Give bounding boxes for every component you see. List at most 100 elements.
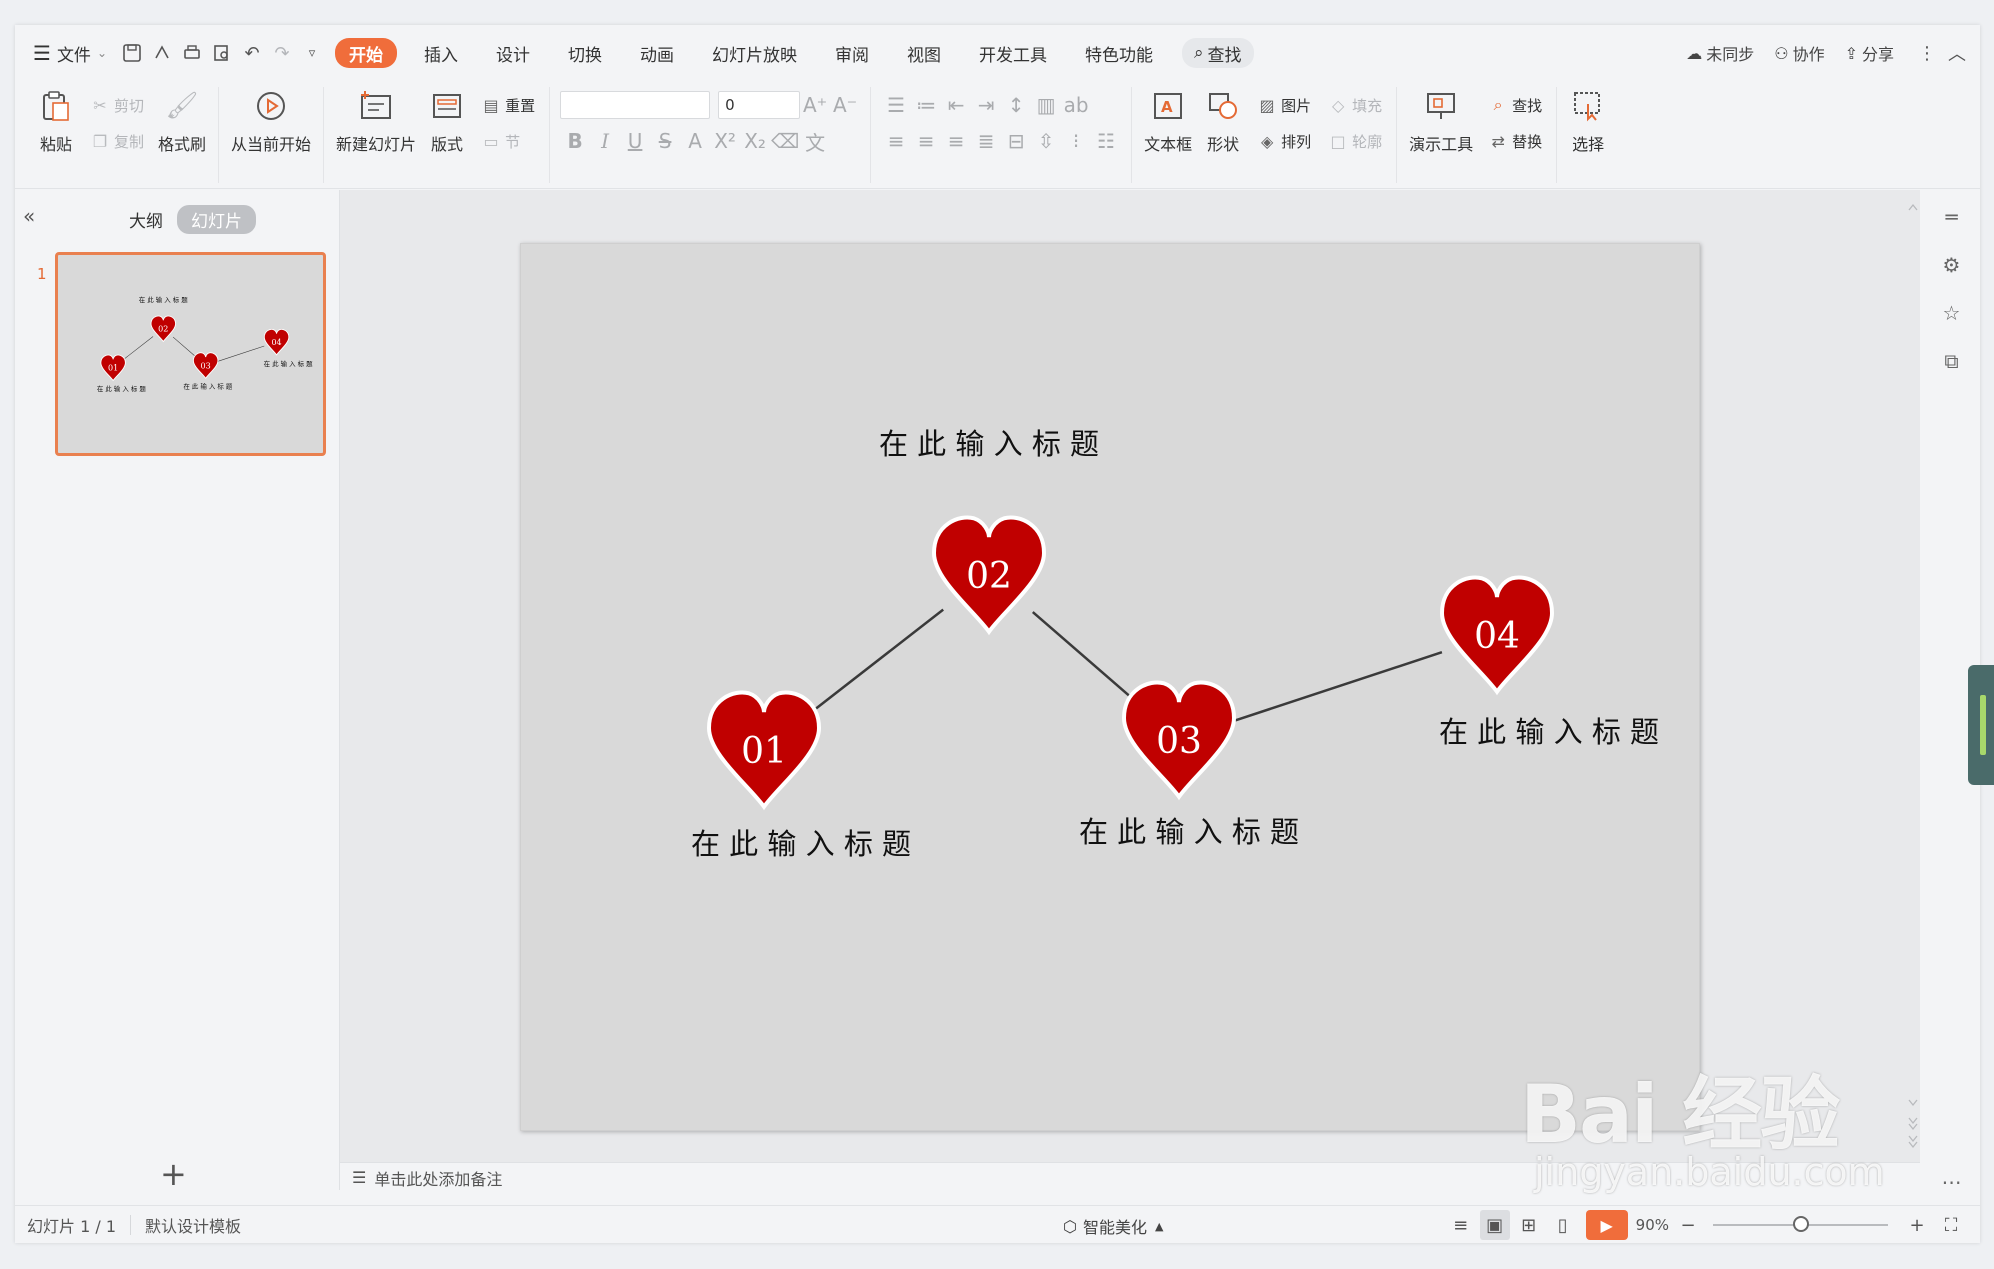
- columns-icon[interactable]: ▥: [1031, 89, 1061, 121]
- reading-view-icon[interactable]: ▯: [1548, 1210, 1578, 1240]
- normal-view-icon[interactable]: ▣: [1479, 1210, 1510, 1240]
- notes-toggle-icon[interactable]: ≡: [1446, 1210, 1476, 1240]
- tab-slideshow[interactable]: 幻灯片放映: [693, 38, 816, 68]
- heart-shape-02[interactable]: 02: [931, 515, 1047, 636]
- print-preview-icon[interactable]: [207, 38, 237, 68]
- picture-button[interactable]: ▨ 图片: [1252, 87, 1315, 123]
- more-horizontal-icon[interactable]: ⋯: [1935, 1165, 1969, 1199]
- tab-insert[interactable]: 插入: [405, 38, 477, 68]
- replace-button[interactable]: ⇄ 替换: [1483, 123, 1546, 159]
- tab-transition[interactable]: 切换: [549, 38, 621, 68]
- increase-indent-icon[interactable]: ⇥: [971, 89, 1001, 121]
- menu-lines-icon[interactable]: ═: [1935, 200, 1969, 234]
- slide-sorter-icon[interactable]: ⊞: [1514, 1210, 1544, 1240]
- heart-caption-01[interactable]: 在 此 输 入 标 题: [691, 827, 911, 861]
- bullet-list-icon[interactable]: ☰: [881, 89, 911, 121]
- layout-button[interactable]: 版式: [422, 87, 472, 155]
- find-button[interactable]: ⌕ 查找: [1483, 87, 1546, 123]
- redo-icon[interactable]: ↷: [267, 38, 297, 68]
- fill-button[interactable]: ◇ 填充: [1323, 87, 1386, 123]
- from-current-button[interactable]: 从当前开始: [225, 87, 317, 155]
- search-tab[interactable]: ⌕ 查找: [1182, 38, 1254, 68]
- tab-slides[interactable]: 幻灯片: [177, 205, 256, 234]
- tab-developer[interactable]: 开发工具: [960, 38, 1066, 68]
- heart-caption-04[interactable]: 在 此 输 入 标 题: [264, 359, 314, 368]
- heart-caption-03[interactable]: 在 此 输 入 标 题: [183, 381, 233, 390]
- outline-button[interactable]: □ 轮廓: [1323, 123, 1386, 159]
- font-name-input[interactable]: [560, 91, 711, 119]
- heart-caption-03[interactable]: 在 此 输 入 标 题: [1079, 815, 1299, 849]
- increase-font-icon[interactable]: A⁺: [800, 89, 830, 121]
- select-button[interactable]: 选择: [1563, 87, 1613, 155]
- tab-special[interactable]: 特色功能: [1066, 38, 1172, 68]
- print-icon[interactable]: [177, 38, 207, 68]
- tab-home[interactable]: 开始: [335, 38, 397, 68]
- shape-button[interactable]: 形状: [1198, 87, 1248, 155]
- zoom-in-icon[interactable]: +: [1902, 1210, 1932, 1240]
- zoom-level[interactable]: 90%: [1636, 1216, 1669, 1234]
- cut-button[interactable]: ✂ 剪切: [85, 87, 148, 123]
- tab-design[interactable]: 设计: [477, 38, 549, 68]
- decrease-font-icon[interactable]: A⁻: [830, 89, 860, 121]
- subscript-icon[interactable]: X₂: [740, 125, 770, 157]
- heart-shape-04[interactable]: 04: [263, 328, 290, 356]
- strikethrough-icon[interactable]: S: [650, 125, 680, 157]
- heart-shape-03[interactable]: 03: [1121, 680, 1237, 801]
- connector-line[interactable]: [1031, 611, 1137, 702]
- slide[interactable]: 01 在 此 输 入 标 题 02 在 此 输 入 标 题 03 在 此 输 入 标 题 0…: [520, 243, 1700, 1131]
- smart-beautify-button[interactable]: ⬡ 智能美化 ▲: [1063, 1214, 1163, 1238]
- line-spacing-icon[interactable]: ↕: [1001, 89, 1031, 121]
- vertical-scrollbar[interactable]: [1905, 190, 1921, 1162]
- present-tools-button[interactable]: 演示工具: [1403, 87, 1479, 155]
- tab-review[interactable]: 审阅: [816, 38, 888, 68]
- section-button[interactable]: ▭ 节: [476, 123, 539, 159]
- heart-caption-02[interactable]: 在 此 输 入 标 题: [879, 427, 1099, 461]
- sync-button[interactable]: ☁ 未同步: [1676, 38, 1764, 68]
- decrease-indent-icon[interactable]: ⇤: [941, 89, 971, 121]
- align-center-icon[interactable]: ≡: [911, 125, 941, 157]
- textbox-button[interactable]: A 文本框: [1138, 87, 1198, 155]
- more-vertical-icon[interactable]: ⋮: [1912, 38, 1942, 68]
- template-name[interactable]: 默认设计模板: [145, 1213, 255, 1237]
- justify-icon[interactable]: ≣: [971, 125, 1001, 157]
- connector-line[interactable]: [809, 608, 944, 715]
- reset-button[interactable]: ▤ 重置: [476, 87, 539, 123]
- zoom-slider[interactable]: [1713, 1216, 1888, 1232]
- new-slide-button[interactable]: 新建幻灯片: [330, 87, 422, 155]
- heart-shape-01[interactable]: 01: [706, 690, 822, 811]
- connector-line[interactable]: [123, 336, 154, 360]
- add-slide-icon[interactable]: +: [160, 1155, 187, 1193]
- pin-icon[interactable]: ☆: [1935, 296, 1969, 330]
- align-left-icon[interactable]: ≡: [881, 125, 911, 157]
- align-right-icon[interactable]: ≡: [941, 125, 971, 157]
- more-format-icon[interactable]: ☷: [1091, 125, 1121, 157]
- italic-icon[interactable]: I: [590, 125, 620, 157]
- connector-line[interactable]: [217, 345, 265, 362]
- copy-button[interactable]: ❐ 复制: [85, 123, 148, 159]
- heart-caption-01[interactable]: 在 此 输 入 标 题: [97, 384, 147, 393]
- heart-shape-04[interactable]: 04: [1439, 575, 1555, 696]
- numbered-list-icon[interactable]: ≔: [911, 89, 941, 121]
- distribute-icon[interactable]: ⊟: [1001, 125, 1031, 157]
- phonetic-icon[interactable]: 文: [800, 125, 830, 157]
- collab-button[interactable]: ⚇ 协作: [1764, 38, 1834, 68]
- zoom-out-icon[interactable]: −: [1673, 1210, 1703, 1240]
- tab-outline[interactable]: 大纲: [115, 205, 177, 234]
- collapse-ribbon-icon[interactable]: ︿: [1942, 38, 1972, 68]
- heart-shape-03[interactable]: 03: [192, 352, 219, 380]
- para-spacing-icon[interactable]: ⁝: [1061, 125, 1091, 157]
- share-button[interactable]: ⇪ 分享: [1835, 38, 1904, 68]
- heart-shape-02[interactable]: 02: [150, 315, 177, 343]
- copy-window-icon[interactable]: ⧉: [1935, 344, 1969, 378]
- collapse-pane-icon[interactable]: «: [23, 204, 35, 228]
- play-slideshow-button[interactable]: ▶: [1585, 1210, 1628, 1240]
- heart-caption-02[interactable]: 在 此 输 入 标 题: [139, 295, 189, 304]
- bold-icon[interactable]: B: [560, 125, 590, 157]
- tab-view[interactable]: 视图: [888, 38, 960, 68]
- connector-line[interactable]: [1233, 650, 1443, 723]
- text-direction-icon[interactable]: ab: [1061, 89, 1091, 121]
- save-icon[interactable]: [117, 38, 147, 68]
- font-color-icon[interactable]: A: [680, 125, 710, 157]
- format-painter-button[interactable]: 🖌 格式刷: [152, 87, 212, 155]
- vertical-align-icon[interactable]: ⇳: [1031, 125, 1061, 157]
